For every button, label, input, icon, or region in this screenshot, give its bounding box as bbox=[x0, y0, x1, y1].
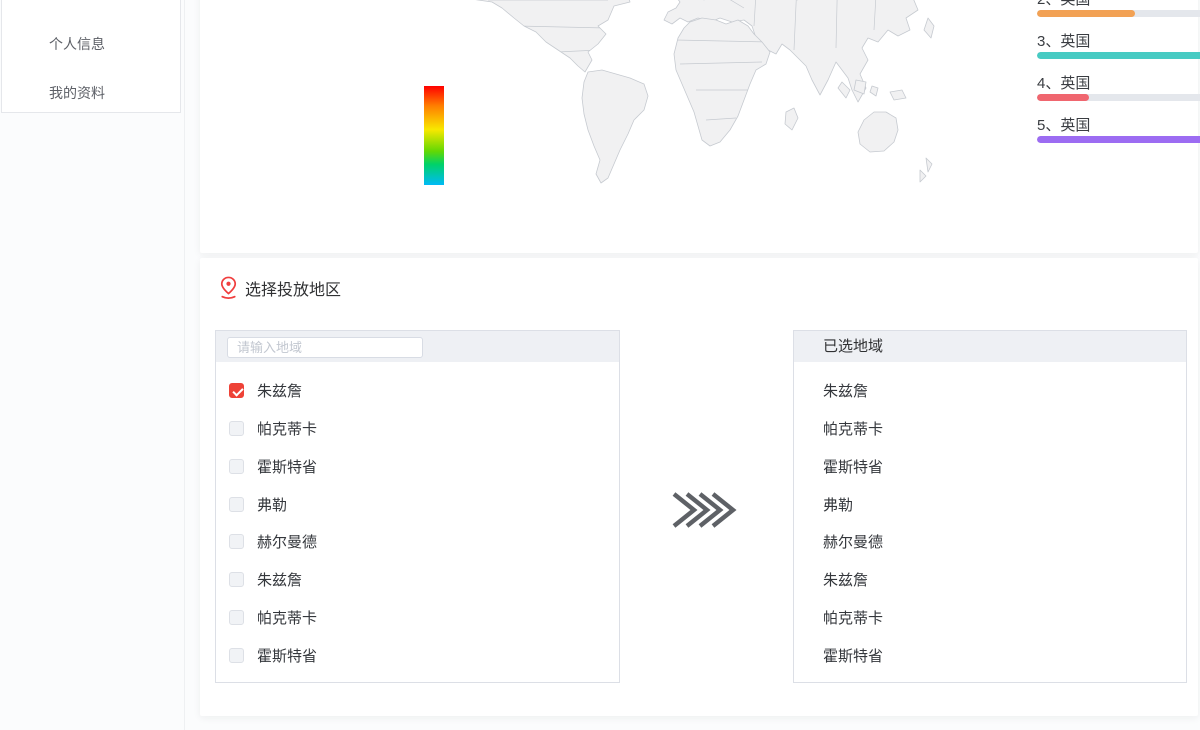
region-selected-row[interactable]: 霍斯特省 bbox=[794, 448, 1186, 486]
ranking-progress-track bbox=[1037, 94, 1200, 101]
region-checkbox[interactable] bbox=[229, 497, 244, 512]
country-ranking-list: 2、英国 60% 3、英国 60% 4、英国 60% 5、英国 60% bbox=[1037, 0, 1200, 156]
region-source-row[interactable]: 赫尔曼德 bbox=[216, 523, 619, 561]
island-japan bbox=[924, 18, 934, 38]
island-new-zealand bbox=[920, 158, 932, 182]
region-checkbox[interactable] bbox=[229, 383, 244, 398]
continent-australia bbox=[858, 112, 898, 152]
continent-north-america bbox=[462, 0, 650, 72]
ranking-progress-track bbox=[1037, 10, 1200, 17]
region-source-row[interactable]: 弗勒 bbox=[216, 485, 619, 523]
map-overview-card: 2、英国 60% 3、英国 60% 4、英国 60% 5、英国 60% bbox=[200, 0, 1198, 253]
map-heat-legend bbox=[424, 86, 444, 185]
region-checkbox[interactable] bbox=[229, 534, 244, 549]
region-checkbox[interactable] bbox=[229, 421, 244, 436]
region-checkbox[interactable] bbox=[229, 648, 244, 663]
island-sumatra bbox=[838, 82, 850, 98]
region-row-label: 帕克蒂卡 bbox=[257, 607, 317, 628]
region-selected-row[interactable]: 弗勒 bbox=[794, 485, 1186, 523]
ranking-progress-fill bbox=[1037, 94, 1089, 101]
continent-south-america bbox=[582, 70, 648, 183]
region-row-label: 霍斯特省 bbox=[823, 456, 883, 477]
ranking-progress-fill bbox=[1037, 10, 1135, 17]
ranking-item: 4、英国 60% bbox=[1037, 72, 1200, 114]
region-source-row[interactable]: 朱兹詹 bbox=[216, 372, 619, 410]
world-map bbox=[458, 0, 973, 190]
page: 个人信息 我的资料 bbox=[0, 0, 1200, 730]
region-source-panel: 朱兹詹 帕克蒂卡 霍斯特省 弗勒 赫尔曼德 朱兹詹 帕克蒂卡 霍斯特省 bbox=[215, 330, 620, 683]
region-selected-row[interactable]: 帕克蒂卡 bbox=[794, 410, 1186, 448]
region-row-label: 朱兹詹 bbox=[257, 380, 302, 401]
region-selected-row[interactable]: 朱兹詹 bbox=[794, 372, 1186, 410]
region-row-label: 帕克蒂卡 bbox=[823, 418, 883, 439]
region-row-label: 朱兹詹 bbox=[823, 380, 868, 401]
island-madagascar bbox=[785, 108, 798, 130]
section-title: 选择投放地区 bbox=[245, 276, 341, 300]
ranking-progress-fill bbox=[1037, 52, 1200, 59]
region-source-row[interactable]: 帕克蒂卡 bbox=[216, 410, 619, 448]
region-selected-row[interactable]: 霍斯特省 bbox=[794, 636, 1186, 674]
region-selected-row[interactable]: 赫尔曼德 bbox=[794, 523, 1186, 561]
region-row-label: 朱兹詹 bbox=[257, 569, 302, 590]
region-source-row[interactable]: 帕克蒂卡 bbox=[216, 599, 619, 637]
ranking-item-label: 3、英国 bbox=[1037, 30, 1090, 51]
region-source-row[interactable]: 朱兹詹 bbox=[216, 561, 619, 599]
region-row-label: 朱兹詹 bbox=[823, 569, 868, 590]
transfer-arrows-icon[interactable] bbox=[671, 491, 739, 529]
region-row-label: 霍斯特省 bbox=[257, 456, 317, 477]
sidebar-item-personal-info[interactable]: 个人信息 bbox=[49, 34, 169, 54]
source-panel-header bbox=[216, 331, 619, 362]
region-row-label: 赫尔曼德 bbox=[257, 531, 317, 552]
region-source-row[interactable]: 霍斯特省 bbox=[216, 448, 619, 486]
ranking-item-label: 4、英国 bbox=[1037, 72, 1090, 93]
island-sulawesi bbox=[870, 86, 878, 96]
section-header: 选择投放地区 bbox=[217, 275, 341, 300]
ranking-item: 3、英国 60% bbox=[1037, 30, 1200, 72]
ranking-progress-track bbox=[1037, 136, 1200, 143]
sidebar-item-my-profile[interactable]: 我的资料 bbox=[49, 83, 169, 103]
region-row-label: 帕克蒂卡 bbox=[823, 607, 883, 628]
region-checkbox[interactable] bbox=[229, 572, 244, 587]
region-row-label: 霍斯特省 bbox=[257, 645, 317, 666]
continent-africa bbox=[674, 18, 770, 146]
ranking-item: 5、英国 60% bbox=[1037, 114, 1200, 156]
region-source-list: 朱兹詹 帕克蒂卡 霍斯特省 弗勒 赫尔曼德 朱兹詹 帕克蒂卡 霍斯特省 bbox=[216, 362, 619, 674]
ranking-progress-track bbox=[1037, 52, 1200, 59]
ranking-item: 2、英国 60% bbox=[1037, 0, 1200, 30]
region-row-label: 霍斯特省 bbox=[823, 645, 883, 666]
selected-panel-header: 已选地域 bbox=[794, 331, 1186, 362]
ranking-item-label: 2、英国 bbox=[1037, 0, 1090, 9]
region-selected-panel: 已选地域 朱兹詹 帕克蒂卡 霍斯特省 弗勒 赫尔曼德 朱兹詹 帕克蒂卡 霍斯特省 bbox=[793, 330, 1187, 683]
ranking-item-label: 5、英国 bbox=[1037, 114, 1090, 135]
region-checkbox[interactable] bbox=[229, 459, 244, 474]
region-row-label: 帕克蒂卡 bbox=[257, 418, 317, 439]
region-selected-row[interactable]: 帕克蒂卡 bbox=[794, 599, 1186, 637]
region-selected-list: 朱兹詹 帕克蒂卡 霍斯特省 弗勒 赫尔曼德 朱兹詹 帕克蒂卡 霍斯特省 bbox=[794, 362, 1186, 674]
region-source-row[interactable]: 霍斯特省 bbox=[216, 636, 619, 674]
region-checkbox[interactable] bbox=[229, 610, 244, 625]
sidebar-menu: 个人信息 我的资料 bbox=[1, 0, 181, 113]
island-new-guinea bbox=[890, 90, 906, 100]
ranking-progress-fill bbox=[1037, 136, 1200, 143]
content-divider-line bbox=[184, 0, 185, 730]
region-row-label: 弗勒 bbox=[823, 494, 853, 515]
region-row-label: 赫尔曼德 bbox=[823, 531, 883, 552]
region-selected-row[interactable]: 朱兹詹 bbox=[794, 561, 1186, 599]
selected-panel-title: 已选地域 bbox=[794, 331, 1186, 362]
region-search-input[interactable] bbox=[227, 337, 423, 358]
location-pin-icon bbox=[217, 275, 240, 300]
region-row-label: 弗勒 bbox=[257, 494, 287, 515]
